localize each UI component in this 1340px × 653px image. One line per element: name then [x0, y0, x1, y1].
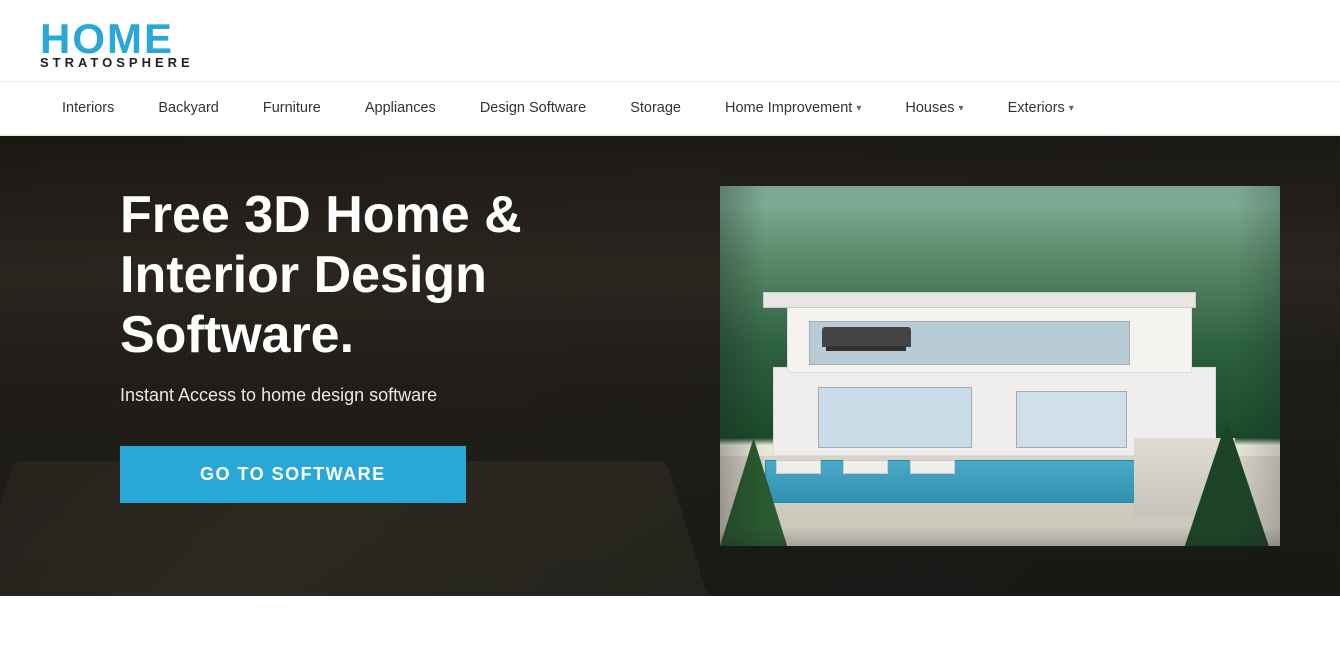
house-visual — [720, 186, 1280, 546]
nav-item-appliances[interactable]: Appliances — [343, 82, 458, 134]
main-nav: Interiors Backyard Furniture Appliances … — [0, 82, 1340, 136]
chevron-down-icon: ▾ — [1069, 103, 1074, 114]
nav-link-appliances[interactable]: Appliances — [343, 82, 458, 134]
nav-item-home-improvement[interactable]: Home Improvement ▾ — [703, 82, 883, 134]
nav-item-design-software[interactable]: Design Software — [458, 82, 608, 134]
nav-link-exteriors[interactable]: Exteriors ▾ — [986, 82, 1096, 134]
nav-item-interiors[interactable]: Interiors — [40, 82, 136, 134]
nav-item-backyard[interactable]: Backyard — [136, 82, 240, 134]
nav-link-storage[interactable]: Storage — [608, 82, 703, 134]
nav-link-home-improvement[interactable]: Home Improvement ▾ — [703, 82, 883, 134]
ground-window-1 — [818, 387, 973, 448]
site-header: HOME STRATOSPHERE — [0, 0, 1340, 82]
logo-home-text: HOME — [40, 18, 220, 60]
nav-list: Interiors Backyard Furniture Appliances … — [40, 82, 1300, 134]
lounger-1 — [776, 460, 821, 474]
logo-stratosphere-text: STRATOSPHERE — [40, 56, 220, 69]
nav-item-furniture[interactable]: Furniture — [241, 82, 343, 134]
nav-link-houses[interactable]: Houses ▾ — [883, 82, 985, 134]
house-structure — [748, 258, 1241, 456]
site-logo[interactable]: HOME STRATOSPHERE — [40, 18, 220, 69]
hero-house-image — [720, 186, 1280, 546]
roof — [763, 292, 1197, 308]
nav-link-furniture[interactable]: Furniture — [241, 82, 343, 134]
nav-item-houses[interactable]: Houses ▾ — [883, 82, 985, 134]
hero-subtitle: Instant Access to home design software — [120, 385, 660, 406]
nav-item-storage[interactable]: Storage — [608, 82, 703, 134]
lounger-2 — [843, 460, 888, 474]
nav-link-interiors[interactable]: Interiors — [40, 82, 136, 134]
chevron-down-icon: ▾ — [959, 103, 964, 114]
hero-section: Free 3D Home & Interior Design Software.… — [0, 136, 1340, 596]
ground-window-2 — [1016, 391, 1126, 448]
lounger-3 — [910, 460, 955, 474]
nav-item-exteriors[interactable]: Exteriors ▾ — [986, 82, 1096, 134]
swimming-pool — [765, 460, 1157, 503]
chevron-down-icon: ▾ — [856, 103, 861, 114]
hero-title: Free 3D Home & Interior Design Software. — [120, 186, 660, 365]
nav-link-backyard[interactable]: Backyard — [136, 82, 240, 134]
hero-content: Free 3D Home & Interior Design Software.… — [120, 186, 660, 503]
go-to-software-button[interactable]: GO TO SOFTWARE — [120, 446, 466, 503]
nav-link-design-software[interactable]: Design Software — [458, 82, 608, 134]
car — [822, 327, 911, 347]
